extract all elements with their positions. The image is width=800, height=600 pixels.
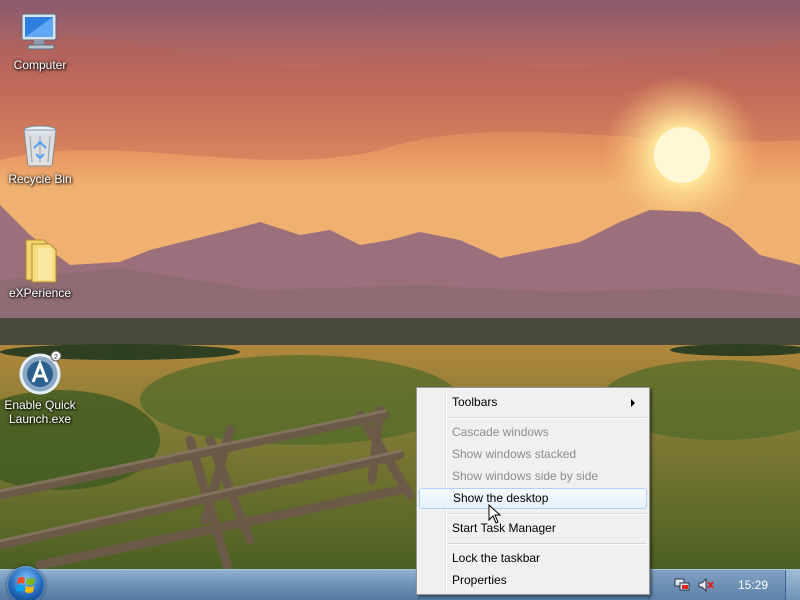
windows-logo-icon (16, 577, 35, 593)
desktop-icon-computer[interactable]: Computer (0, 8, 80, 72)
desktop-icon-label: eXPerience (8, 286, 72, 300)
menu-item-label: Start Task Manager (452, 521, 556, 535)
menu-item-label: Show windows stacked (452, 447, 577, 461)
menu-item-start-task-manager[interactable]: Start Task Manager (419, 518, 645, 539)
menu-item-label: Toolbars (452, 395, 498, 409)
menu-item-show-windows-side-by-side[interactable]: Show windows side by side (419, 466, 645, 487)
start-button[interactable] (7, 566, 45, 600)
menu-item-cascade-windows[interactable]: Cascade windows (419, 422, 645, 443)
menu-item-label: Lock the taskbar (452, 551, 541, 565)
taskbar[interactable]: 15:29 (0, 566, 800, 600)
submenu-arrow-icon (631, 399, 635, 407)
svg-text:2: 2 (54, 354, 58, 361)
mouse-cursor-icon (488, 504, 502, 524)
menu-item-properties[interactable]: Properties (419, 570, 645, 591)
menu-item-show-windows-stacked[interactable]: Show windows stacked (419, 444, 645, 465)
desktop-icon-label: Recycle Bin (8, 172, 72, 186)
notification-area: 15:29 (649, 570, 800, 600)
network-icon[interactable] (674, 578, 690, 592)
menu-separator (448, 513, 646, 515)
desktop[interactable]: Computer Recycle Bin eXPerience 2 Enable… (0, 0, 800, 600)
clock[interactable]: 15:29 (738, 578, 768, 592)
menu-item-lock-the-taskbar[interactable]: Lock the taskbar (419, 548, 645, 569)
desktop-icon-recycle-bin[interactable]: Recycle Bin (0, 122, 80, 186)
menu-item-show-the-desktop[interactable]: Show the desktop (419, 488, 647, 509)
menu-separator (448, 417, 646, 419)
taskbar-context-menu: Toolbars Cascade windows Show windows st… (416, 387, 650, 595)
desktop-icon-label: Computer (13, 58, 67, 72)
menu-item-label: Show windows side by side (452, 469, 599, 483)
menu-item-toolbars[interactable]: Toolbars (419, 392, 645, 413)
menu-item-label: Cascade windows (452, 425, 549, 439)
desktop-icon-label: Enable Quick Launch.exe (4, 398, 76, 426)
computer-icon (21, 13, 57, 50)
desktop-icon-experience[interactable]: eXPerience (0, 236, 80, 300)
recycle-bin-icon (23, 125, 57, 167)
show-desktop-button[interactable] (785, 570, 800, 600)
application-icon: 2 (19, 350, 62, 395)
menu-item-label: Properties (452, 573, 507, 587)
menu-separator (448, 543, 646, 545)
volume-muted-icon[interactable] (698, 578, 714, 592)
wallpaper-landscape (0, 0, 800, 600)
desktop-icon-enable-quick-launch[interactable]: 2 Enable Quick Launch.exe (0, 348, 80, 426)
folder-icon (25, 239, 57, 283)
